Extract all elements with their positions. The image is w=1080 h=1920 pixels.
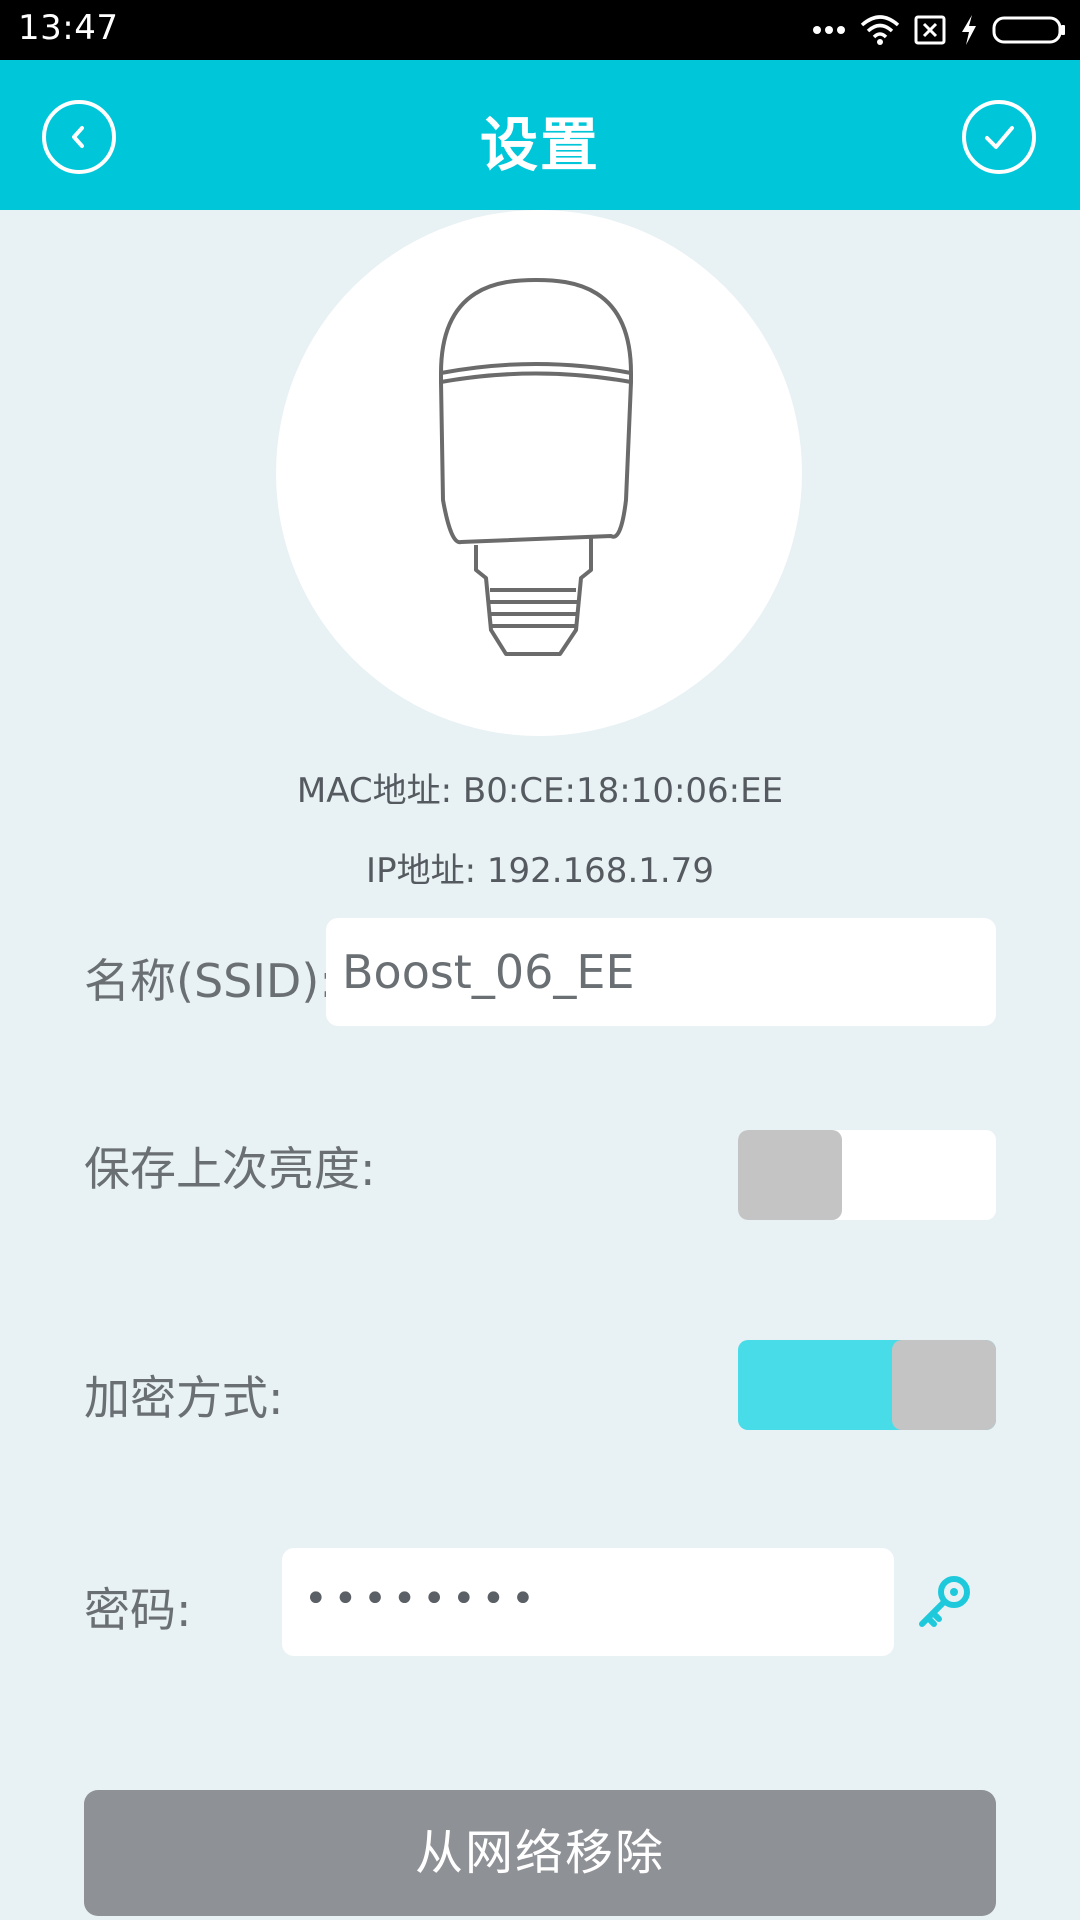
wifi-icon [860,15,900,45]
toggle-knob [738,1130,842,1220]
app-bar: 设置 [0,60,1080,210]
checkmark-icon [985,126,1014,149]
charging-icon [962,15,976,45]
status-bar: 13:47 [0,0,1080,60]
encryption-label: 加密方式: [84,1371,284,1425]
status-time: 13:47 [18,8,119,48]
status-icons [812,12,1066,48]
show-password-button[interactable] [912,1570,978,1636]
mac-address: MAC地址: B0:CE:18:10:06:EE [296,771,784,811]
light-bulb-icon [439,278,633,656]
no-sim-icon [914,15,946,45]
save-brightness-toggle[interactable] [738,1130,996,1220]
ssid-field[interactable] [326,918,996,1026]
key-icon [919,1576,970,1627]
toggle-knob [892,1340,996,1430]
password-field[interactable]: •••••••• [282,1548,894,1656]
ip-address: IP地址: 192.168.1.79 [366,851,714,891]
save-brightness-label: 保存上次亮度: [84,1142,376,1196]
encryption-toggle[interactable] [738,1340,996,1430]
more-dots-icon [813,26,845,34]
page-title: 设置 [479,111,600,179]
password-masked-value: •••••••• [304,1576,541,1622]
password-label: 密码: [84,1583,192,1637]
confirm-button[interactable] [962,100,1036,174]
ssid-label: 名称(SSID): [84,954,335,1008]
battery-icon [992,16,1065,44]
device-image [276,210,802,736]
ssid-input[interactable] [326,918,982,1026]
remove-from-network-button[interactable]: 从网络移除 [84,1790,996,1916]
